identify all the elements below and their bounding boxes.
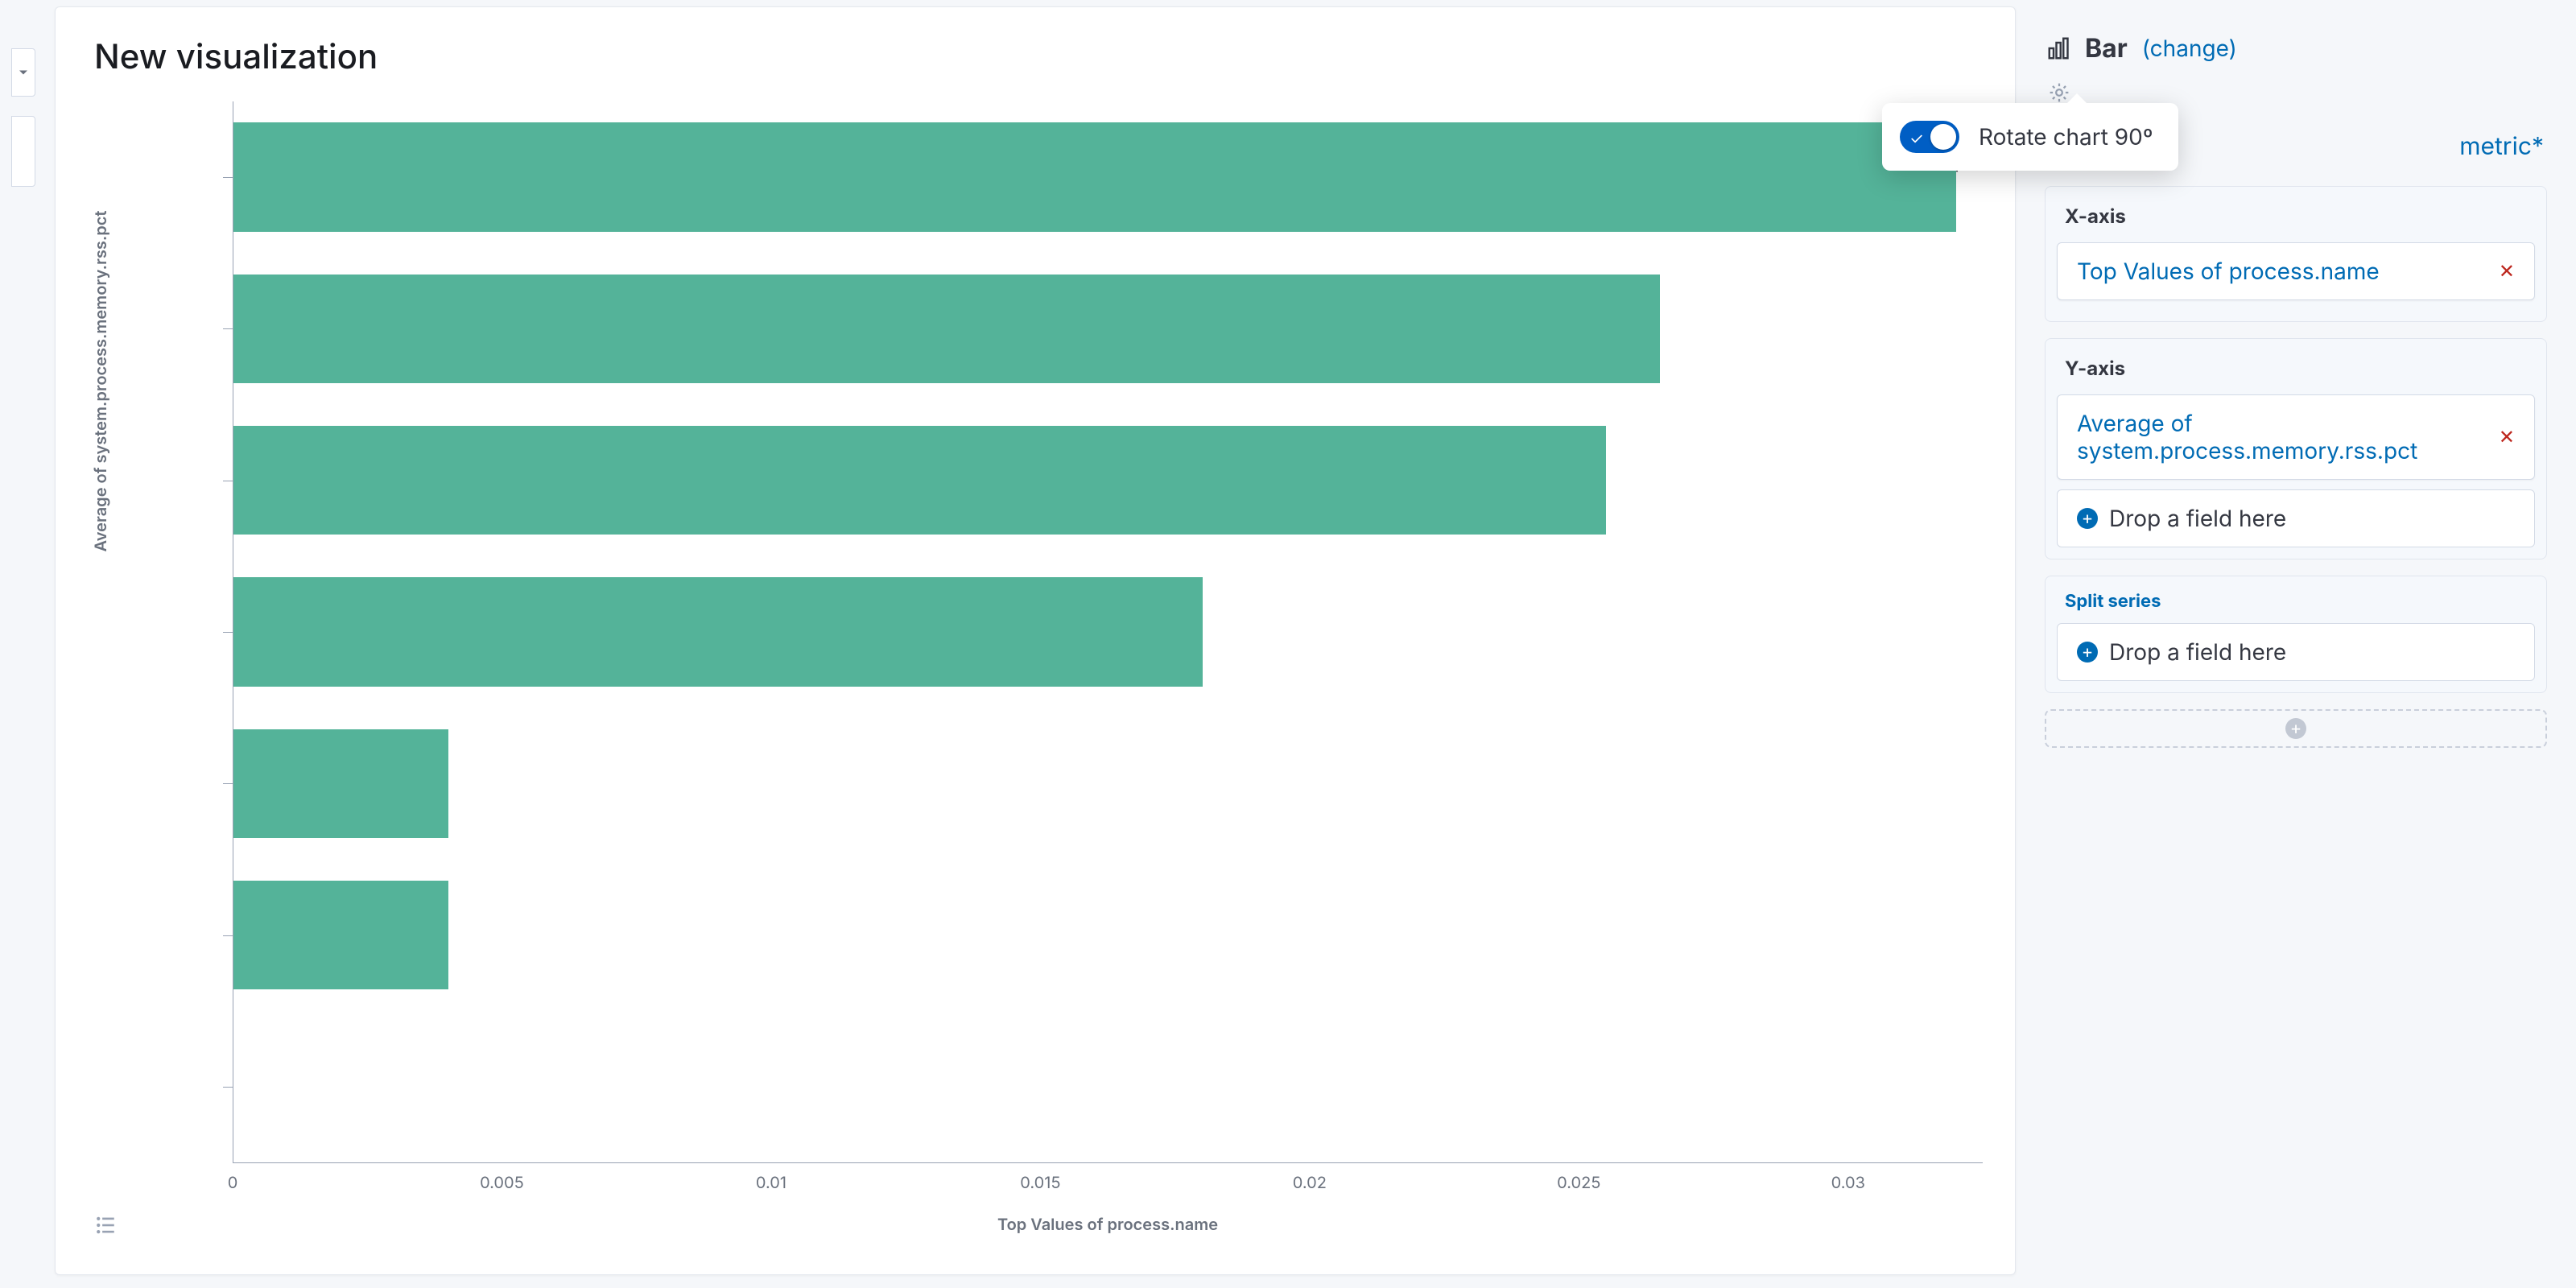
add-layer-button[interactable]: + — [2045, 709, 2547, 748]
settings-popover: ✓ Rotate chart 90º — [1882, 103, 2178, 171]
bar-row — [233, 729, 1983, 839]
legend-toggle-button[interactable] — [96, 1215, 117, 1239]
y-axis-field-pill[interactable]: Average of system.process.memory.rss.pct… — [2057, 394, 2535, 480]
plus-icon: + — [2077, 642, 2098, 663]
bar[interactable] — [233, 881, 448, 990]
bar[interactable] — [233, 122, 1956, 232]
remove-x-field-button[interactable]: ✕ — [2499, 262, 2515, 281]
left-sliver — [0, 0, 35, 1288]
bar-row — [233, 275, 1983, 384]
x-axis-field-label: Top Values of process.name — [2077, 258, 2380, 285]
split-series-header: Split series — [2057, 588, 2535, 623]
y-axis-header: Y-axis — [2057, 350, 2535, 394]
chart-wrapper: Average of system.process.memory.rss.pct… — [56, 101, 2015, 1274]
split-series-drop-zone[interactable]: + Drop a field here — [2057, 623, 2535, 681]
check-icon: ✓ — [1909, 129, 1924, 148]
chevron-down-icon — [15, 64, 31, 80]
metric-pattern-link[interactable]: metric* — [2459, 132, 2544, 161]
x-tick: 0.025 — [1557, 1173, 1600, 1192]
x-tick: 0.03 — [1831, 1173, 1865, 1192]
remove-y-field-button[interactable]: ✕ — [2499, 427, 2515, 447]
plus-icon-grey: + — [2285, 718, 2306, 739]
bar-row — [233, 426, 1983, 535]
plot-area[interactable] — [233, 101, 1983, 1163]
x-tick-row: 00.0050.010.0150.020.0250.03 — [233, 1163, 1983, 1212]
x-axis-label: Top Values of process.name — [233, 1215, 1983, 1234]
sliver-toggle-1[interactable] — [11, 48, 35, 97]
bar-chart-icon — [2048, 37, 2070, 60]
x-tick: 0.02 — [1293, 1173, 1327, 1192]
chart-core: 0 0.005 0.01 0.015 0.02 0.025 0.03 Top Values … — [184, 101, 1983, 1234]
config-sidebar: Bar (change) metric* ✓ Rotate chart 90º … — [2029, 0, 2576, 1288]
x-tick: 0 — [228, 1173, 238, 1192]
plot-row — [184, 101, 1983, 1163]
bar[interactable] — [233, 729, 448, 839]
bar-row — [233, 577, 1983, 687]
split-series-block: Split series + Drop a field here — [2045, 576, 2547, 693]
x-axis-field-pill[interactable]: Top Values of process.name ✕ — [2057, 242, 2535, 300]
y-axis-label: Average of system.process.memory.rss.pct — [91, 210, 110, 551]
rotate-chart-label: Rotate chart 90º — [1979, 123, 2153, 151]
visualization-title: New visualization — [56, 7, 2015, 101]
bar-row — [233, 1032, 1983, 1141]
x-axis-header: X-axis — [2057, 198, 2535, 242]
app-root: New visualization Average of system.pro … — [0, 0, 2576, 1288]
toggle-knob — [1930, 124, 1956, 150]
x-axis-block: X-axis Top Values of process.name ✕ — [2045, 186, 2547, 322]
x-tick: 0.015 — [1020, 1173, 1060, 1192]
plus-icon: + — [2077, 508, 2098, 529]
x-tick: 0.01 — [756, 1173, 786, 1192]
bar-row — [233, 881, 1983, 990]
visualization-panel: New visualization Average of system.pro … — [55, 6, 2016, 1275]
y-axis-block: Y-axis Average of system.process.memory.… — [2045, 338, 2547, 559]
bar-row — [233, 122, 1983, 232]
x-tick: 0.005 — [480, 1173, 524, 1192]
rotate-chart-toggle[interactable]: ✓ — [1900, 121, 1959, 153]
drop-field-label-2: Drop a field here — [2109, 638, 2286, 666]
chart-type-row: Bar (change) — [2035, 13, 2557, 78]
bar[interactable] — [233, 577, 1203, 687]
y-tick-column — [184, 101, 233, 1163]
bar[interactable] — [233, 426, 1606, 535]
bar[interactable] — [233, 275, 1660, 384]
change-chart-type-link[interactable]: (change) — [2142, 35, 2237, 62]
y-axis-drop-zone[interactable]: + Drop a field here — [2057, 489, 2535, 547]
y-axis-field-label: Average of system.process.memory.rss.pct — [2077, 410, 2499, 464]
drop-field-label: Drop a field here — [2109, 505, 2286, 532]
sliver-toggle-2[interactable] — [11, 116, 35, 187]
list-icon — [96, 1215, 117, 1236]
chart-type-name: Bar — [2085, 32, 2128, 64]
